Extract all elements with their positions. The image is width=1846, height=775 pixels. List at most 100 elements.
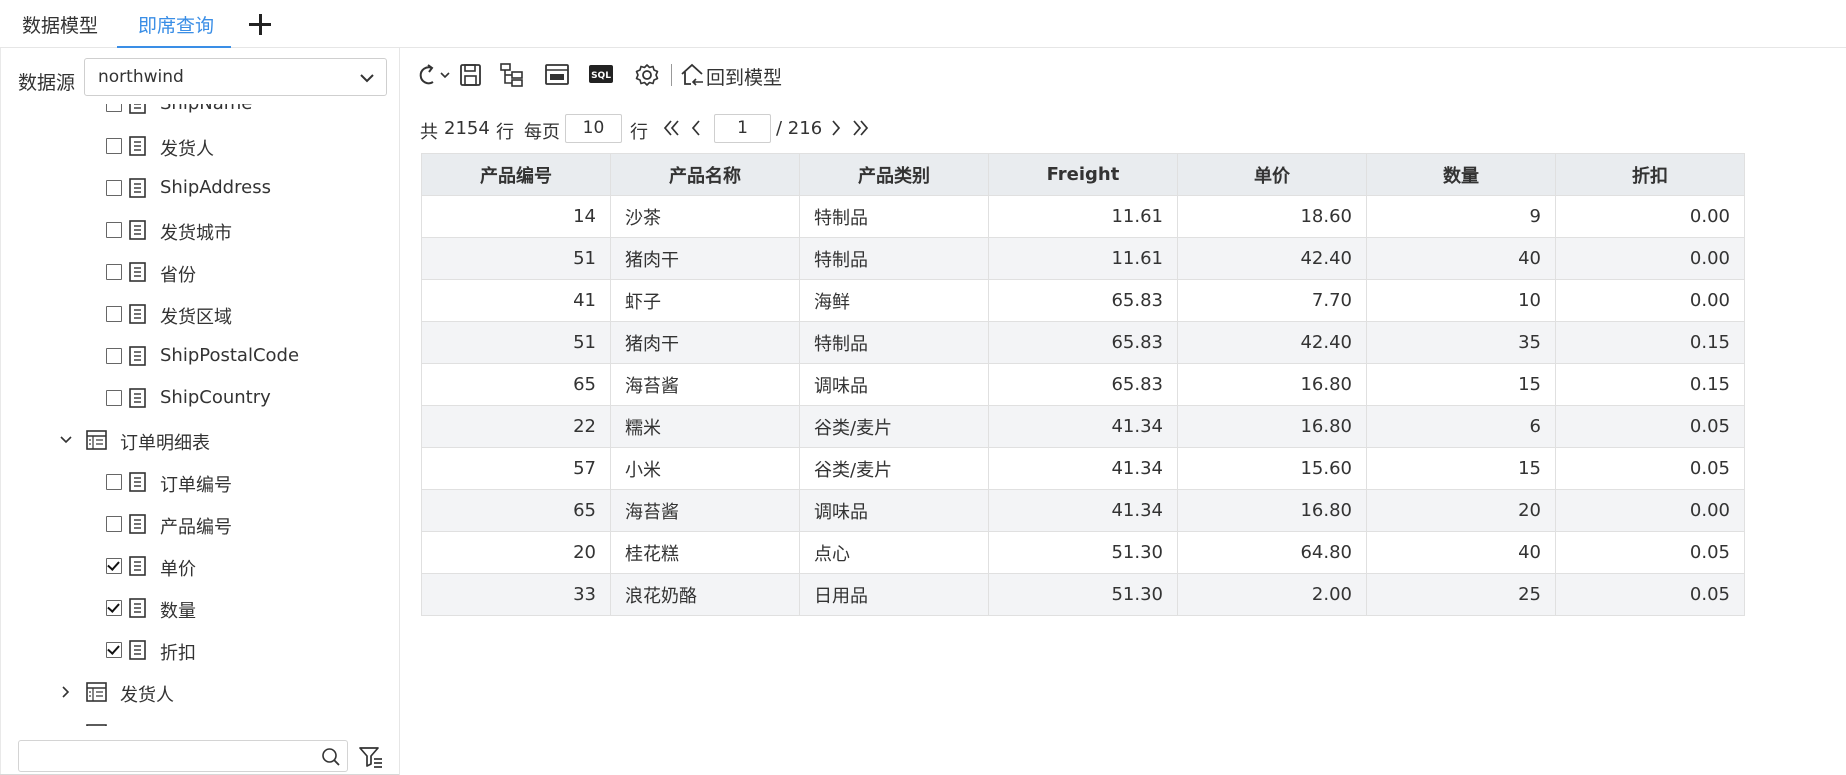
table-cell[interactable]: 海鲜 <box>799 279 989 322</box>
table-cell[interactable]: 调味品 <box>799 489 989 532</box>
table-cell[interactable]: 小米 <box>610 447 800 490</box>
back-to-model-button[interactable]: 回到模型 <box>706 63 782 90</box>
tab-adhoc-query[interactable]: 即席查询 <box>138 0 214 48</box>
table-cell[interactable]: 11.61 <box>988 237 1178 280</box>
table-cell[interactable]: 0.15 <box>1555 321 1745 364</box>
table-cell[interactable]: 11.61 <box>988 195 1178 238</box>
search-icon[interactable] <box>321 747 341 767</box>
tree-field-node[interactable]: 订单编号 <box>0 461 399 503</box>
tree-field-node[interactable]: 产品编号 <box>0 503 399 545</box>
sql-icon[interactable]: SQL <box>587 62 615 88</box>
table-cell[interactable]: 0.15 <box>1555 363 1745 406</box>
table-cell[interactable]: 16.80 <box>1177 363 1367 406</box>
field-checkbox[interactable] <box>106 264 122 280</box>
table-cell[interactable]: 65 <box>421 363 611 406</box>
tree-field-node[interactable]: 单价 <box>0 545 399 587</box>
field-checkbox[interactable] <box>106 558 122 574</box>
field-checkbox[interactable] <box>106 390 122 406</box>
table-row[interactable]: 33 浪花奶酪 日用品 51.30 2.00 25 0.05 <box>421 573 1745 616</box>
table-cell[interactable]: 41.34 <box>988 405 1178 448</box>
table-cell[interactable]: 0.00 <box>1555 237 1745 280</box>
add-tab-icon[interactable] <box>248 12 272 36</box>
table-cell[interactable]: 浪花奶酪 <box>610 573 800 616</box>
table-cell[interactable]: 点心 <box>799 531 989 574</box>
table-cell[interactable]: 51.30 <box>988 573 1178 616</box>
tab-data-model[interactable]: 数据模型 <box>22 0 98 48</box>
column-header[interactable]: 产品名称 <box>610 153 800 196</box>
table-cell[interactable]: 调味品 <box>799 363 989 406</box>
table-cell[interactable]: 桂花糕 <box>610 531 800 574</box>
table-cell[interactable]: 40 <box>1366 237 1556 280</box>
table-cell[interactable]: 51 <box>421 321 611 364</box>
table-cell[interactable]: 日用品 <box>799 573 989 616</box>
table-cell[interactable]: 15 <box>1366 363 1556 406</box>
table-cell[interactable]: 42.40 <box>1177 321 1367 364</box>
field-checkbox[interactable] <box>106 180 122 196</box>
datasource-select[interactable]: northwind <box>84 58 387 96</box>
tree-table-node[interactable]: 粉丝数量 <box>0 713 399 726</box>
tree-field-node[interactable]: 发货人 <box>0 125 399 167</box>
page-input[interactable]: 1 <box>714 114 771 143</box>
table-row[interactable]: 51 猪肉干 特制品 65.83 42.40 35 0.15 <box>421 321 1745 364</box>
column-header[interactable]: 产品类别 <box>799 153 989 196</box>
tree-field-node[interactable]: 数量 <box>0 587 399 629</box>
tree-table-node[interactable]: 发货人 <box>0 671 399 713</box>
field-checkbox[interactable] <box>106 600 122 616</box>
table-cell[interactable]: 谷类/麦片 <box>799 405 989 448</box>
table-cell[interactable]: 65 <box>421 489 611 532</box>
table-cell[interactable]: 0.05 <box>1555 531 1745 574</box>
table-row[interactable]: 57 小米 谷类/麦片 41.34 15.60 15 0.05 <box>421 447 1745 490</box>
per-page-input[interactable]: 10 <box>565 114 622 143</box>
gear-icon[interactable] <box>633 62 661 88</box>
tree-field-node[interactable]: ShipAddress <box>0 167 399 209</box>
first-page-icon[interactable] <box>662 118 682 138</box>
table-cell[interactable]: 20 <box>1366 489 1556 532</box>
table-cell[interactable]: 2.00 <box>1177 573 1367 616</box>
field-checkbox[interactable] <box>106 516 122 532</box>
column-header[interactable]: 数量 <box>1366 153 1556 196</box>
table-cell[interactable]: 41.34 <box>988 489 1178 532</box>
filter-icon[interactable] <box>358 744 384 770</box>
chevron-right-icon[interactable] <box>59 685 73 699</box>
chevron-down-icon[interactable] <box>59 433 73 447</box>
last-page-icon[interactable] <box>850 118 870 138</box>
table-cell[interactable]: 9 <box>1366 195 1556 238</box>
prev-page-icon[interactable] <box>686 118 706 138</box>
tree-field-node[interactable]: 发货区域 <box>0 293 399 335</box>
table-cell[interactable]: 25 <box>1366 573 1556 616</box>
field-checkbox[interactable] <box>106 642 122 658</box>
home-back-icon[interactable] <box>679 62 707 88</box>
tree-field-node[interactable]: 省份 <box>0 251 399 293</box>
column-header[interactable]: 单价 <box>1177 153 1367 196</box>
table-cell[interactable]: 22 <box>421 405 611 448</box>
field-checkbox[interactable] <box>106 222 122 238</box>
table-cell[interactable]: 0.00 <box>1555 195 1745 238</box>
table-cell[interactable]: 沙茶 <box>610 195 800 238</box>
table-cell[interactable]: 41 <box>421 279 611 322</box>
table-cell[interactable]: 20 <box>421 531 611 574</box>
column-header[interactable]: Freight <box>988 153 1178 196</box>
table-cell[interactable]: 64.80 <box>1177 531 1367 574</box>
table-cell[interactable]: 18.60 <box>1177 195 1367 238</box>
table-cell[interactable]: 16.80 <box>1177 489 1367 532</box>
column-header[interactable]: 产品编号 <box>421 153 611 196</box>
table-row[interactable]: 65 海苔酱 调味品 65.83 16.80 15 0.15 <box>421 363 1745 406</box>
field-search-input[interactable] <box>18 740 348 772</box>
table-cell[interactable]: 40 <box>1366 531 1556 574</box>
table-cell[interactable]: 35 <box>1366 321 1556 364</box>
tree-field-node[interactable]: ShipPostalCode <box>0 335 399 377</box>
table-cell[interactable]: 65.83 <box>988 363 1178 406</box>
table-cell[interactable]: 0.05 <box>1555 573 1745 616</box>
tree-field-node[interactable]: ShipCountry <box>0 377 399 419</box>
table-cell[interactable]: 糯米 <box>610 405 800 448</box>
table-cell[interactable]: 特制品 <box>799 321 989 364</box>
refresh-icon[interactable] <box>412 62 452 88</box>
table-cell[interactable]: 41.34 <box>988 447 1178 490</box>
field-checkbox[interactable] <box>106 348 122 364</box>
table-cell[interactable]: 虾子 <box>610 279 800 322</box>
table-row[interactable]: 51 猪肉干 特制品 11.61 42.40 40 0.00 <box>421 237 1745 280</box>
table-row[interactable]: 22 糯米 谷类/麦片 41.34 16.80 6 0.05 <box>421 405 1745 448</box>
tree-field-node[interactable]: 发货城市 <box>0 209 399 251</box>
table-cell[interactable]: 16.80 <box>1177 405 1367 448</box>
table-cell[interactable]: 14 <box>421 195 611 238</box>
